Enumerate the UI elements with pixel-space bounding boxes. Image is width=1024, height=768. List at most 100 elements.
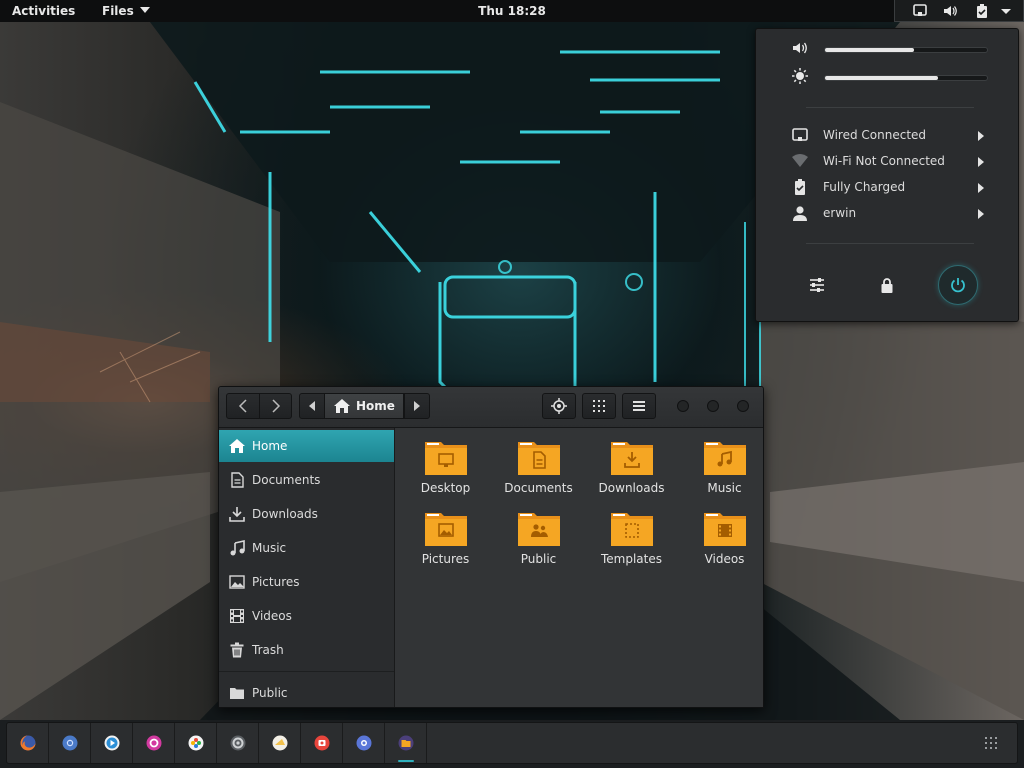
chevron-right-icon [978, 131, 984, 141]
battery-icon [977, 4, 987, 18]
app-icon [356, 735, 372, 751]
videos-folder-icon [703, 513, 746, 546]
menu-item-label: Fully Charged [823, 180, 906, 194]
brightness-icon [792, 68, 808, 84]
home-icon [229, 439, 245, 453]
dock-app-videos[interactable] [91, 723, 133, 763]
menu-item-battery[interactable]: Fully Charged [756, 175, 1018, 199]
lock-button[interactable] [867, 265, 907, 305]
cheese-icon [272, 735, 288, 751]
settings-button[interactable] [797, 265, 837, 305]
show-applications-icon[interactable] [985, 737, 997, 749]
sidebar-item-label: Pictures [252, 575, 300, 589]
dock-app-cheese[interactable] [259, 723, 301, 763]
battery-icon [795, 179, 805, 195]
top-bar: Activities Files Thu 18:28 [0, 0, 1024, 22]
dock-app-files[interactable] [385, 723, 427, 763]
sidebar-item-videos[interactable]: Videos [219, 600, 394, 632]
folder-pictures[interactable]: Pictures [399, 511, 492, 575]
forward-button[interactable] [259, 393, 292, 419]
chevron-right-icon [978, 157, 984, 167]
status-area[interactable] [894, 0, 1024, 22]
dock-app-blue[interactable] [343, 723, 385, 763]
menu-item-label: Wired Connected [823, 128, 927, 142]
app-icon [146, 735, 162, 751]
location-button[interactable] [542, 393, 576, 419]
brightness-slider-fill [825, 76, 939, 80]
videos-icon [230, 609, 244, 623]
hamburger-icon [633, 401, 645, 411]
folder-music[interactable]: Music [678, 440, 763, 504]
clock[interactable]: Thu 18:28 [0, 3, 1024, 19]
menu-item-label: Wi-Fi Not Connected [823, 154, 945, 168]
dock-app-software[interactable] [301, 723, 343, 763]
dock-app-pink[interactable] [133, 723, 175, 763]
folder-videos[interactable]: Videos [678, 511, 763, 575]
downloads-folder-icon [610, 442, 653, 475]
chevron-right-icon [978, 209, 984, 219]
sidebar-item-label: Home [252, 439, 288, 453]
path-scroll-right-button[interactable] [404, 393, 430, 419]
sidebar-item-music[interactable]: Music [219, 532, 394, 564]
folder-downloads[interactable]: Downloads [585, 440, 678, 504]
view-grid-button[interactable] [582, 393, 616, 419]
chevron-left-icon [238, 399, 247, 413]
firefox-icon [20, 735, 36, 751]
system-status-menu: Wired Connected Wi-Fi Not Connected Full… [755, 28, 1019, 322]
settings-icon [810, 278, 824, 292]
folder-label: Pictures [421, 552, 470, 566]
menu-divider [806, 243, 974, 244]
sidebar-item-trash[interactable]: Trash [219, 634, 394, 666]
sidebar-item-home[interactable]: Home [219, 430, 394, 462]
path-bar-home[interactable]: Home [324, 393, 404, 419]
menu-item-wifi[interactable]: Wi-Fi Not Connected [756, 149, 1018, 173]
power-button[interactable] [938, 265, 978, 305]
minimize-button[interactable] [677, 400, 689, 412]
pictures-folder-icon [424, 513, 467, 546]
dock-app-chromium[interactable] [49, 723, 91, 763]
sidebar-item-downloads[interactable]: Downloads [219, 498, 394, 530]
sidebar-item-label: Documents [252, 473, 321, 487]
desktop-folder-icon [424, 442, 467, 475]
menu-item-user[interactable]: erwin [756, 201, 1018, 225]
power-icon [951, 278, 965, 293]
maximize-button[interactable] [707, 400, 719, 412]
close-button[interactable] [737, 400, 749, 412]
home-icon [334, 399, 350, 413]
volume-icon [944, 6, 957, 16]
sidebar-item-documents[interactable]: Documents [219, 464, 394, 496]
sidebar-item-label: Downloads [252, 507, 318, 521]
folder-icon-view: Desktop Documents Downloads Music Pictur… [395, 428, 763, 707]
volume-slider-fill [825, 48, 915, 52]
folder-documents[interactable]: Documents [492, 440, 585, 504]
templates-folder-icon [610, 513, 653, 546]
folder-desktop[interactable]: Desktop [399, 440, 492, 504]
menu-button[interactable] [622, 393, 656, 419]
volume-slider[interactable] [824, 47, 988, 53]
back-button[interactable] [226, 393, 260, 419]
path-bar-label: Home [356, 399, 395, 413]
path-scroll-left-button[interactable] [299, 393, 325, 419]
menu-item-wired[interactable]: Wired Connected [756, 123, 1018, 147]
sidebar-item-pictures[interactable]: Pictures [219, 566, 394, 598]
brightness-slider[interactable] [824, 75, 988, 81]
folder-templates[interactable]: Templates [585, 511, 678, 575]
sidebar-item-public[interactable]: Public [219, 677, 394, 707]
menu-arrow-icon [1001, 9, 1011, 14]
places-sidebar: Home Documents Downloads Music Pictures … [219, 428, 395, 707]
dock-app-settings[interactable] [217, 723, 259, 763]
software-icon [314, 735, 330, 751]
dock-app-photos[interactable] [175, 723, 217, 763]
downloads-icon [229, 507, 245, 522]
sidebar-item-label: Videos [252, 609, 292, 623]
menu-divider [806, 107, 974, 108]
settings-app-icon [230, 735, 246, 751]
sidebar-item-label: Music [252, 541, 287, 555]
folder-public[interactable]: Public [492, 511, 585, 575]
network-wired-icon [792, 128, 808, 141]
photos-icon [188, 735, 204, 751]
folder-label: Downloads [598, 481, 665, 495]
triangle-left-icon [309, 401, 315, 411]
music-folder-icon [703, 442, 746, 475]
dock-app-firefox[interactable] [7, 723, 49, 763]
